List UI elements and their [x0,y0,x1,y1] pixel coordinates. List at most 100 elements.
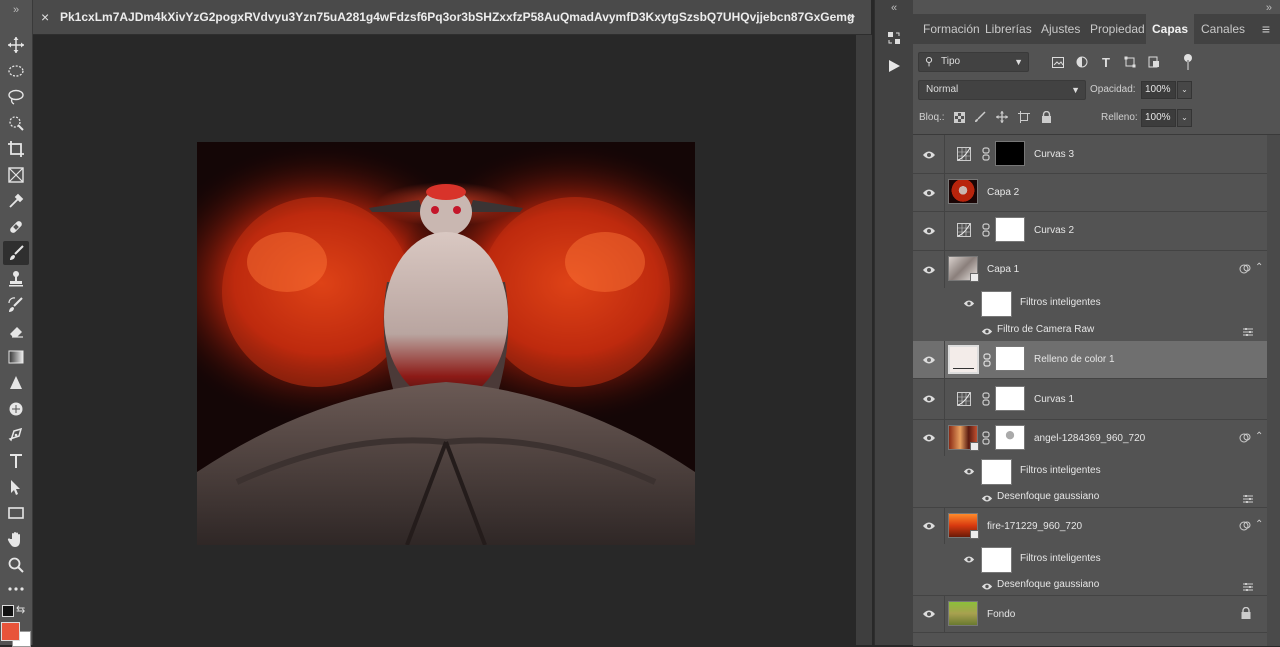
lock-transparent-icon[interactable] [952,110,966,124]
eye-icon[interactable] [922,433,936,443]
hand-tool[interactable] [3,527,29,551]
brush-tool[interactable] [3,241,29,265]
eye-icon[interactable] [922,150,936,160]
tab-ajustes[interactable]: Ajustes [1041,14,1080,44]
filter-smart-object-icon[interactable] [1146,54,1162,70]
rectangle-tool[interactable] [3,501,29,525]
lock-position-icon[interactable] [995,110,1009,124]
layer-mask-thumbnail[interactable] [995,217,1025,242]
panel-menu-icon[interactable]: ≡ [1262,14,1270,44]
smart-filter-indicator-icon[interactable] [1239,432,1251,444]
eye-icon[interactable] [922,355,936,365]
collapse-effects-icon[interactable]: ⌃ [1255,519,1263,530]
layer-filter-select[interactable]: ⚲ Tipo ▼ [918,52,1029,72]
eyedropper-tool[interactable] [3,189,29,213]
eye-icon[interactable] [922,609,936,619]
close-icon[interactable]: × [41,9,49,25]
smart-filter-indicator-icon[interactable] [1239,520,1251,532]
eye-icon[interactable] [981,582,993,591]
filter-row-camera-raw[interactable]: Filtro de Camera Raw [913,319,1267,342]
smart-filter-mask-thumbnail[interactable] [981,291,1012,317]
layer-mask-thumbnail[interactable] [995,346,1025,371]
crop-tool[interactable] [3,137,29,161]
document-image[interactable] [197,142,695,545]
lock-all-icon[interactable] [1039,110,1053,124]
default-colors-icon[interactable] [2,605,14,617]
eye-icon[interactable] [963,299,975,308]
frame-tool[interactable] [3,163,29,187]
eraser-tool[interactable] [3,319,29,343]
layers-scrollbar[interactable] [1267,135,1280,646]
smart-filters-row[interactable]: Filtros inteligentes [913,288,1267,319]
smart-filters-row[interactable]: Filtros inteligentes [913,456,1267,487]
tab-propiedades[interactable]: Propiedades [1090,14,1144,44]
layer-row-curvas-3[interactable]: Curvas 3 [913,135,1267,174]
pen-tool[interactable] [3,423,29,447]
smart-filters-row[interactable]: Filtros inteligentes [913,544,1267,575]
layer-row-curvas-1[interactable]: Curvas 1 [913,378,1267,420]
layer-row-curvas-2[interactable]: Curvas 2 [913,211,1267,251]
lock-pixels-icon[interactable] [973,110,987,124]
fill-input[interactable]: 100% [1141,109,1176,127]
more-tabs-icon[interactable]: » [848,8,855,23]
layer-mask-thumbnail[interactable] [995,386,1025,411]
link-icon[interactable] [982,431,990,445]
tab-formacion[interactable]: Formación [923,14,980,44]
smart-filter-mask-thumbnail[interactable] [981,547,1012,573]
quick-selection-tool[interactable] [3,111,29,135]
dodge-tool[interactable] [3,397,29,421]
filter-pixel-icon[interactable] [1050,54,1066,70]
layer-row-fondo[interactable]: Fondo [913,595,1267,633]
layer-row-fire[interactable]: fire-171229_960_720 ⌃ [913,507,1267,544]
more-tools[interactable] [3,577,29,601]
link-icon[interactable] [982,147,990,161]
layer-row-relleno-de-color-1[interactable]: Relleno de color 1 [913,341,1267,379]
lasso-tool[interactable] [3,85,29,109]
layer-mask-thumbnail[interactable] [995,141,1025,166]
eye-icon[interactable] [981,327,993,336]
actions-panel-button[interactable] [884,56,904,76]
gradient-tool[interactable] [3,345,29,369]
opacity-input[interactable]: 100% [1141,81,1176,99]
filter-shape-icon[interactable] [1122,54,1138,70]
path-selection-tool[interactable] [3,475,29,499]
layer-row-capa-2[interactable]: Capa 2 [913,173,1267,212]
filter-options-icon[interactable] [1242,326,1254,338]
filter-options-icon[interactable] [1242,493,1254,505]
smart-filter-indicator-icon[interactable] [1239,263,1251,275]
marquee-tool[interactable] [3,59,29,83]
layer-row-angel[interactable]: angel-1284369_960_720 ⌃ [913,419,1267,456]
blur-tool[interactable] [3,371,29,395]
layer-row-capa-1[interactable]: Capa 1 ⌃ [913,250,1267,288]
eye-icon[interactable] [922,521,936,531]
link-icon[interactable] [983,353,991,367]
opacity-chevron-icon[interactable]: ⌄ [1177,81,1192,99]
lock-artboard-icon[interactable] [1017,110,1031,124]
layer-thumbnail[interactable] [948,601,978,626]
fill-chevron-icon[interactable]: ⌄ [1177,109,1192,127]
layer-thumbnail[interactable] [948,179,978,204]
document-tab[interactable]: × Pk1cxLm7AJDm4kXivYzG2pogxRVdvyu3Yzn75u… [33,0,871,35]
eye-icon[interactable] [922,226,936,236]
eye-icon[interactable] [981,494,993,503]
blend-mode-select[interactable]: Normal ▼ [918,80,1086,100]
swap-colors-icon[interactable]: ⇆ [16,605,26,616]
tab-canales[interactable]: Canales [1201,14,1245,44]
filter-adjustment-icon[interactable] [1074,54,1090,70]
tab-capas[interactable]: Capas [1146,14,1195,44]
clone-stamp-tool[interactable] [3,267,29,291]
foreground-color-swatch[interactable] [1,622,20,641]
smart-filter-mask-thumbnail[interactable] [981,459,1012,485]
eye-icon[interactable] [963,555,975,564]
eye-icon[interactable] [922,188,936,198]
collapse-effects-icon[interactable]: ⌃ [1255,431,1263,442]
toolbar-collapse-icon[interactable]: » [0,0,32,26]
link-icon[interactable] [982,392,990,406]
move-tool[interactable] [3,33,29,57]
zoom-tool[interactable] [3,553,29,577]
filter-row-gaussian-blur[interactable]: Desenfoque gaussiano [913,487,1267,508]
panel-collapse-icon[interactable]: » [1266,2,1272,14]
filter-options-icon[interactable] [1242,581,1254,593]
eye-icon[interactable] [922,394,936,404]
type-tool[interactable] [3,449,29,473]
